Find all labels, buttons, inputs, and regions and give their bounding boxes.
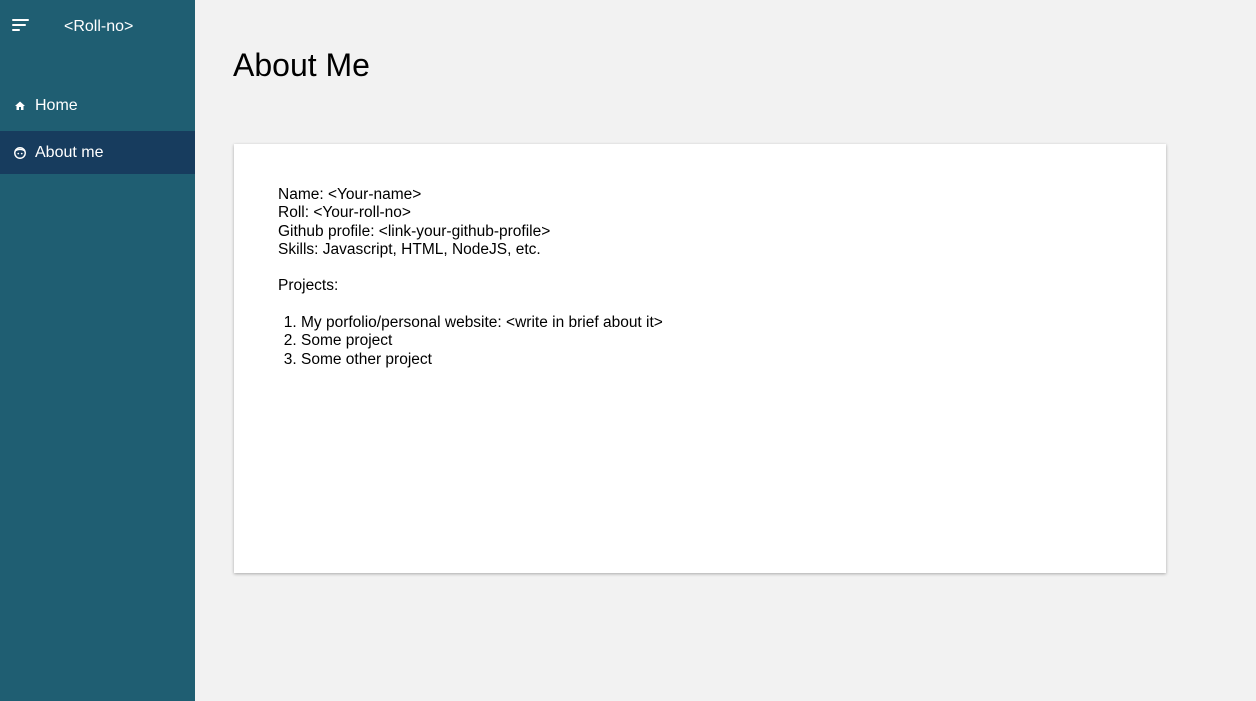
about-card: Name: <Your-name> Roll: <Your-roll-no> G… <box>234 144 1166 573</box>
face-icon <box>13 146 27 160</box>
app-title: <Roll-no> <box>64 18 134 35</box>
sidebar-item-label: Home <box>35 96 78 114</box>
menu-icon[interactable] <box>12 19 30 35</box>
sidebar-header: <Roll-no> <box>0 0 195 56</box>
sidebar-item-home[interactable]: Home <box>0 84 195 127</box>
list-item: My porfolio/personal website: <write in … <box>301 314 663 332</box>
app-root: <Roll-no> Home About me About Me Name: <… <box>0 0 1256 701</box>
sidebar-item-label: About me <box>35 143 104 161</box>
list-item: Some project <box>301 332 663 350</box>
sidebar-item-about-me[interactable]: About me <box>0 131 195 174</box>
projects-list: My porfolio/personal website: <write in … <box>278 314 663 369</box>
roll-line: Roll: <Your-roll-no> <box>278 204 411 222</box>
github-line: Github profile: <link-your-github-profil… <box>278 222 551 240</box>
skills-line: Skills: Javascript, HTML, NodeJS, etc. <box>278 240 541 258</box>
card-body: Name: <Your-name> Roll: <Your-roll-no> G… <box>278 186 663 369</box>
name-line: Name: <Your-name> <box>278 186 422 203</box>
page-title: About Me <box>233 47 370 83</box>
sidebar: <Roll-no> Home About me <box>0 0 195 701</box>
list-item: Some other project <box>301 351 663 369</box>
projects-heading: Projects: <box>278 277 339 295</box>
home-icon <box>13 99 27 113</box>
main-content: About Me Name: <Your-name> Roll: <Your-r… <box>195 0 1256 701</box>
